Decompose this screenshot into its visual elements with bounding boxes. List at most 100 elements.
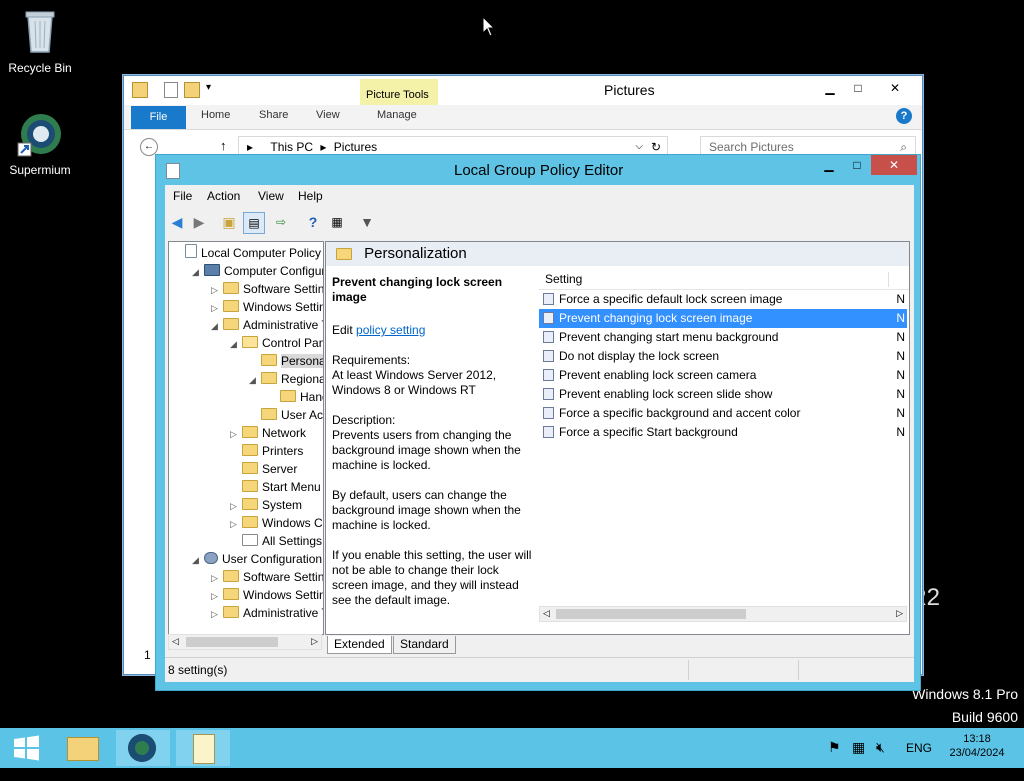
tree-expand-icon[interactable]: ▷ [211,569,223,587]
action-center-flag-icon[interactable]: ⚑ [828,739,841,779]
list-scroll-thumb[interactable] [556,609,746,619]
scroll-right-icon[interactable]: ▷ [896,608,903,619]
tree-node[interactable]: ◢ User Configuration [192,550,322,568]
show-hide-tree-icon[interactable]: ▤ [243,212,265,234]
tree-node[interactable]: Printers [230,442,303,460]
tree-node[interactable]: Personaliz [249,352,323,370]
tab-home[interactable]: Home [201,109,230,121]
tree-expand-icon[interactable]: ▷ [211,587,223,605]
setting-row[interactable]: Force a specific background and accent c… [539,404,907,423]
setting-row[interactable]: Force a specific default lock screen ima… [539,290,907,309]
up-icon[interactable]: ↑ [220,138,227,153]
column-divider[interactable] [888,272,889,287]
taskbar-group-policy-editor[interactable] [176,730,230,766]
tree-node[interactable]: All Settings [230,532,322,550]
properties-icon[interactable] [164,82,178,98]
taskbar-file-explorer[interactable] [56,730,110,766]
tree-expand-icon[interactable]: ▷ [230,497,242,515]
tree-node[interactable]: Local Computer Policy [173,244,321,262]
tree-node[interactable]: ▷ Software Settings [211,280,323,299]
tree-collapse-icon[interactable]: ◢ [211,317,223,335]
minimize-button[interactable]: ▁ [816,78,844,98]
start-button[interactable] [0,730,52,766]
export-list-icon[interactable]: ⇨ [271,212,291,232]
tree-node[interactable]: ▷ Windows Setting [211,586,323,605]
minimize-button[interactable]: ▁ [815,155,843,175]
edit-policy-setting-link[interactable]: policy setting [356,323,425,337]
setting-row[interactable]: Prevent changing lock screen image N [539,309,907,328]
clock[interactable]: 13:18 23/04/2024 [944,728,1010,768]
tree-expand-icon[interactable]: ▷ [211,281,223,299]
setting-row[interactable]: Prevent enabling lock screen camera N [539,366,907,385]
tree-node[interactable]: ▷ Software Settings [211,568,323,587]
setting-row[interactable]: Force a specific Start background N [539,423,907,442]
tab-manage[interactable]: Manage [377,109,417,121]
group-policy-editor-window[interactable]: Local Group Policy Editor ▁ □ ✕ File Act… [155,154,921,691]
quick-access-dropdown-icon[interactable]: ▾ [206,82,211,93]
tab-view[interactable]: View [316,109,340,121]
scroll-left-icon[interactable]: ◁ [172,636,179,647]
setting-row[interactable]: Do not display the lock screen N [539,347,907,366]
properties-icon[interactable]: ▦ [327,212,347,232]
desktop-icon-supermium[interactable]: Supermium [0,112,80,177]
help-icon[interactable]: ? [896,108,912,124]
tree-collapse-icon[interactable]: ◢ [192,551,204,569]
tree-node[interactable]: ◢ Control Panel [230,334,323,353]
breadcrumb-pictures[interactable]: Pictures [334,140,377,154]
tree-collapse-icon[interactable]: ◢ [249,371,261,389]
tab-extended[interactable]: Extended [327,636,392,654]
new-folder-icon[interactable] [184,82,200,98]
help-icon[interactable]: ? [303,212,323,232]
tree-node[interactable]: ◢ Computer Configura [192,262,323,281]
maximize-button[interactable]: □ [844,78,872,98]
tree-node[interactable]: ▷ System [230,496,302,514]
tree-scroll-thumb[interactable] [186,637,278,647]
tree-node[interactable]: ◢ Administrative Te [211,316,323,335]
tree-collapse-icon[interactable]: ◢ [192,263,204,281]
tree-node[interactable]: ▷ Windows Setting [211,298,323,317]
menu-help[interactable]: Help [298,189,323,203]
scroll-left-icon[interactable]: ◁ [543,608,550,619]
close-button[interactable]: ✕ [871,155,917,175]
tree-node[interactable]: ▷ Network [230,424,306,442]
tree-expand-icon[interactable]: ▷ [230,515,242,533]
tree-expand-icon[interactable]: ▷ [211,299,223,317]
policy-tree[interactable]: Local Computer Policy ◢ Computer Configura… [168,241,324,635]
network-icon[interactable]: ▦ [852,739,865,779]
maximize-button[interactable]: □ [843,155,871,175]
settings-list[interactable]: Setting Force a specific default lock sc… [539,270,909,606]
setting-row[interactable]: Prevent enabling lock screen slide show N [539,385,907,404]
setting-row[interactable]: Prevent changing start menu background N [539,328,907,347]
volume-muted-icon[interactable]: 🔇︎ [876,739,885,779]
column-header-setting[interactable]: Setting [539,270,909,290]
taskbar-supermium[interactable] [116,730,170,766]
explorer-titlebar[interactable]: ▾ Picture Tools Pictures ▁ □ ✕ [124,76,922,127]
tree-node[interactable]: Server [230,460,297,478]
tree-horizontal-scrollbar[interactable]: ◁ ▷ [168,634,322,650]
desktop-icon-recycle-bin[interactable]: Recycle Bin [0,6,80,75]
menu-view[interactable]: View [258,189,284,203]
filter-icon[interactable]: ▼ [357,212,377,232]
tab-file[interactable]: File [131,106,186,129]
tree-node[interactable]: Handv [268,388,323,406]
tab-share[interactable]: Share [259,109,288,121]
tree-collapse-icon[interactable]: ◢ [230,335,242,353]
explorer-close-button[interactable]: ✕ [872,78,918,98]
tab-standard[interactable]: Standard [393,636,456,654]
back-icon[interactable]: ◀ [167,212,187,232]
breadcrumb-this-pc[interactable]: This PC [270,140,313,154]
tree-node[interactable]: User Acco [249,406,323,424]
menu-file[interactable]: File [173,189,192,203]
tree-expand-icon[interactable]: ▷ [230,425,242,443]
tree-node[interactable]: ◢ Regional a [249,370,323,389]
list-horizontal-scrollbar[interactable]: ◁ ▷ [539,606,907,622]
tree-node[interactable]: ▷ Windows Cor [230,514,323,533]
scroll-right-icon[interactable]: ▷ [311,636,318,647]
tree-expand-icon[interactable]: ▷ [211,605,223,623]
forward-icon[interactable]: ▶ [189,212,209,232]
tree-node[interactable]: ▷ Administrative Te [211,604,323,623]
up-one-level-icon[interactable]: ▣ [219,212,239,232]
input-language[interactable]: ENG [906,741,932,781]
menu-action[interactable]: Action [207,189,240,203]
tree-node[interactable]: Start Menu ar [230,478,323,496]
